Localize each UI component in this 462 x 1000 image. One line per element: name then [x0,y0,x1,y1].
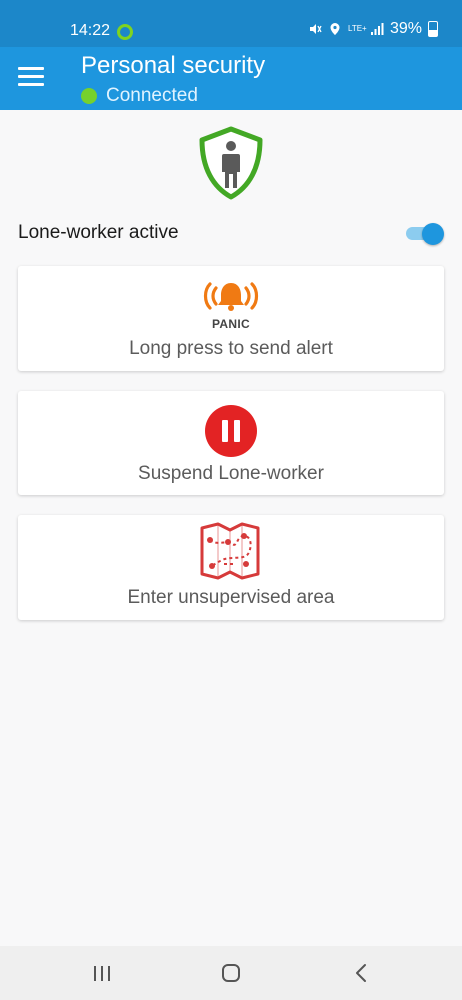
status-indicators: LTE+ 39% [308,20,438,38]
battery-level: 39% [389,20,422,37]
enter-unsupervised-area-button[interactable]: Enter unsupervised area [18,515,444,620]
network-type: LTE+ [347,24,367,33]
connection-status: Connected [81,85,198,107]
lone-worker-toggle[interactable] [406,223,444,245]
location-icon [330,23,340,35]
suspend-label: Suspend Lone-worker [138,463,324,484]
map-route-icon [200,522,260,580]
battery-icon [428,21,438,37]
pause-icon [205,405,257,457]
panic-badge: PANIC [212,317,250,331]
status-bar: 14:22 LTE+ 39% [0,0,462,47]
panic-alert-button[interactable]: PANIC Long press to send alert [18,266,444,371]
app-bar: Personal security Connected [0,47,462,110]
panic-label: Long press to send alert [129,338,333,359]
mute-icon [309,24,322,34]
status-time: 14:22 [70,22,111,39]
shield-person-icon [199,126,263,200]
unsupervised-area-label: Enter unsupervised area [127,587,335,608]
lone-worker-row: Lone-worker active [18,221,444,247]
home-icon[interactable] [211,960,251,986]
suspend-lone-worker-button[interactable]: Suspend Lone-worker [18,391,444,495]
page-title: Personal security [81,52,266,79]
menu-icon[interactable] [18,67,44,89]
panic-bell-icon [203,282,259,311]
recent-apps-icon[interactable] [82,960,122,986]
signal-icon [370,23,384,35]
back-icon[interactable] [341,960,381,986]
connection-status-dot [81,88,97,104]
toggle-thumb [422,223,444,245]
app-notification-icon [117,24,133,40]
lone-worker-label: Lone-worker active [18,222,179,243]
connection-status-text: Connected [106,85,198,106]
system-nav-bar [0,946,462,1000]
